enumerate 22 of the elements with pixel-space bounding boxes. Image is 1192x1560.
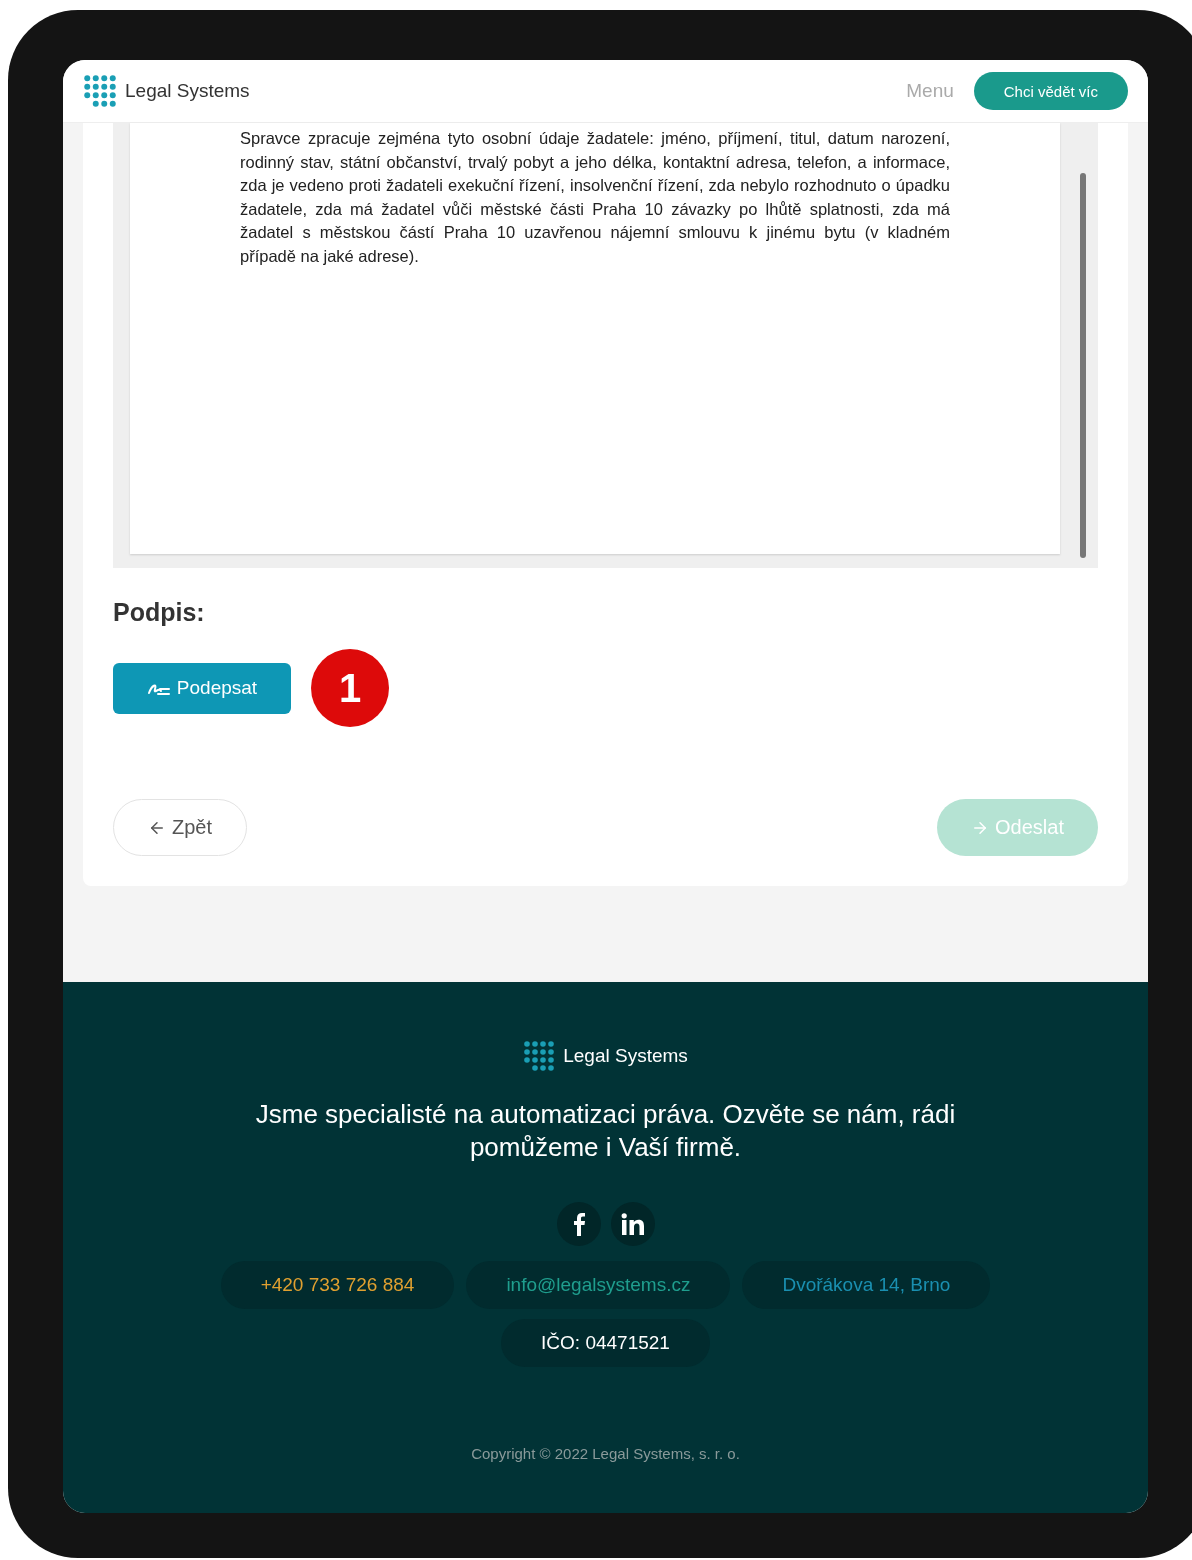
section-title: Podpis: bbox=[113, 598, 206, 627]
document-text: Spravce zpracuje zejména tyto osobní údaje žadatele: jméno, příjmení, titul, datum narození, rodinný stav, státní občanství, trvalý pobyt a jeho délka, kontaktní adresa, telefon, a informace, zda je vedeno proti žadateli exekuční řízení, insolvenční řízení, zda nebylo rozhodnuto o úpadku žadatele, zda má žadatel vůči městské části Praha 10 závazky po lhůtě splatnosti, zda má žadatel s městskou částí Praha 10 uzavřenou nájemní smlouvu k jinému bytu (v kladném případě na jaké adrese). bbox=[240, 128, 950, 267]
logo-icon bbox=[83, 74, 117, 108]
menu-link[interactable]: Menu bbox=[906, 80, 954, 102]
company-id[interactable]: IČO: 04471521 bbox=[501, 1319, 710, 1367]
sign-button[interactable]: Podepsat bbox=[113, 662, 291, 714]
brand-name: Legal Systems bbox=[563, 1045, 688, 1067]
linkedin-icon bbox=[620, 1213, 645, 1235]
step-marker: 1 bbox=[311, 649, 389, 727]
facebook-icon bbox=[571, 1212, 586, 1236]
social-link[interactable] bbox=[556, 1202, 601, 1246]
brand-name: Legal Systems bbox=[125, 80, 250, 102]
scrollbar[interactable] bbox=[1080, 173, 1086, 558]
social-link[interactable] bbox=[610, 1202, 655, 1246]
copyright: Copyright © 2022 Legal Systems, s. r. o. bbox=[471, 1445, 740, 1462]
contact-link[interactable]: info@legalsystems.cz bbox=[466, 1261, 731, 1309]
tagline: Jsme specialisté na automatizaci práva. Ozvěte se nám, rádi pomůžeme i Vaší firmě. bbox=[254, 1098, 957, 1164]
contact-button[interactable]: Chci vědět víc bbox=[973, 72, 1128, 110]
contact-link[interactable]: Dvořákova 14, Brno bbox=[742, 1261, 991, 1309]
back-button[interactable]: Zpět bbox=[113, 799, 248, 856]
logo-icon bbox=[523, 1040, 556, 1072]
contact-link[interactable]: +420 733 726 884 bbox=[220, 1261, 455, 1309]
